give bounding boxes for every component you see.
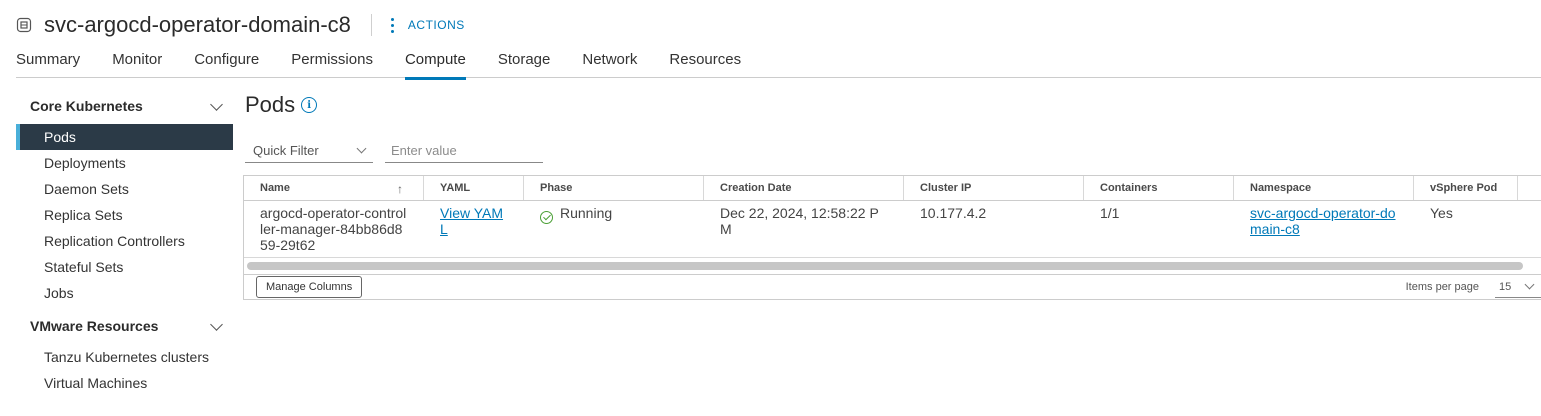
filter-bar: Quick Filter	[245, 138, 1541, 163]
column-header-vsphere-pod[interactable]: vSphere Pod	[1414, 176, 1518, 200]
cell-phase: Running	[524, 201, 704, 257]
pods-title: Pods	[245, 92, 296, 117]
actions-label: ACTIONS	[407, 18, 465, 32]
tab-bar: Summary Monitor Configure Permissions Co…	[16, 44, 1541, 80]
chevron-down-icon	[210, 97, 223, 111]
pods-heading: Pods i	[245, 92, 1541, 118]
grid-header: Name ↑ YAML Phase Creation Date Cluster …	[244, 176, 1541, 201]
pagination: Items per page 15	[1406, 277, 1541, 298]
sidebar-item-tanzu-clusters[interactable]: Tanzu Kubernetes clusters	[16, 344, 233, 370]
column-header-namespace[interactable]: Namespace	[1234, 176, 1414, 200]
column-header-cluster-ip[interactable]: Cluster IP	[904, 176, 1084, 200]
sort-ascending-icon[interactable]: ↑	[397, 182, 403, 196]
cell-cluster-ip: 10.177.4.2	[920, 205, 987, 221]
info-icon[interactable]: i	[301, 97, 318, 113]
sidebar-item-jobs[interactable]: Jobs	[16, 280, 233, 306]
pods-datagrid: Name ↑ YAML Phase Creation Date Cluster …	[243, 175, 1541, 300]
tab-resources[interactable]: Resources	[669, 44, 741, 77]
chevron-down-icon	[1524, 279, 1535, 290]
view-yaml-link[interactable]: View YAML	[440, 205, 503, 237]
chevron-down-icon	[356, 143, 367, 153]
sidebar-item-replication-controllers[interactable]: Replication Controllers	[16, 228, 233, 254]
cell-name: argocd-operator-controller-manager-84bb8…	[260, 205, 407, 253]
namespace-link[interactable]: svc-argocd-operator-domain-c8	[1250, 205, 1396, 237]
items-per-page-select[interactable]: 15	[1495, 277, 1541, 298]
sidebar-item-deployments[interactable]: Deployments	[16, 150, 233, 176]
sidebar-item-virtual-machines[interactable]: Virtual Machines	[16, 370, 233, 396]
column-header-creation-date[interactable]: Creation Date	[704, 176, 904, 200]
sidebar-section-core-kubernetes[interactable]: Core Kubernetes	[16, 92, 233, 120]
items-per-page-value: 15	[1499, 280, 1512, 293]
cell-containers: 1/1	[1100, 205, 1120, 221]
tab-summary[interactable]: Summary	[16, 44, 80, 77]
scrollbar-thumb[interactable]	[247, 262, 1523, 270]
quick-filter-select[interactable]: Quick Filter	[245, 138, 373, 163]
tab-configure[interactable]: Configure	[194, 44, 259, 77]
cell-vsphere-pod: Yes	[1430, 205, 1453, 221]
tab-monitor[interactable]: Monitor	[112, 44, 162, 77]
items-per-page-label: Items per page	[1405, 281, 1479, 293]
success-check-icon	[540, 211, 553, 224]
kebab-icon	[386, 16, 400, 34]
cell-creation-date: Dec 22, 2024, 12:58:22 PM	[720, 205, 879, 237]
column-header-name[interactable]: Name ↑	[244, 176, 424, 200]
sidebar-item-pods[interactable]: Pods	[16, 124, 233, 150]
section-label: VMware Resources	[30, 318, 159, 334]
tab-compute[interactable]: Compute	[404, 44, 466, 80]
horizontal-scrollbar[interactable]	[244, 257, 1541, 275]
actions-menu-button[interactable]: ACTIONS	[386, 16, 465, 34]
page-title: svc-argocd-operator-domain-c8	[44, 12, 351, 37]
cell-yaml: View YAML	[424, 201, 524, 257]
quick-filter-label: Quick Filter	[253, 142, 319, 158]
tab-network[interactable]: Network	[582, 44, 637, 77]
section-label: Core Kubernetes	[30, 98, 143, 114]
header-divider	[370, 14, 372, 36]
sidebar-section-vmware-resources[interactable]: VMware Resources	[16, 312, 233, 340]
manage-columns-button[interactable]: Manage Columns	[256, 276, 363, 298]
column-header-phase[interactable]: Phase	[524, 176, 704, 200]
main-content: Pods i Quick Filter Name ↑ YAML Phase Cr…	[243, 92, 1541, 300]
phase-text: Running	[560, 205, 613, 221]
sidebar-item-daemon-sets[interactable]: Daemon Sets	[16, 176, 233, 202]
column-header-containers[interactable]: Containers	[1084, 176, 1234, 200]
page-header: svc-argocd-operator-domain-c8 ACTIONS	[16, 10, 465, 40]
namespace-icon	[16, 17, 32, 33]
tab-permissions[interactable]: Permissions	[291, 44, 373, 77]
chevron-down-icon	[210, 317, 223, 331]
table-row[interactable]: argocd-operator-controller-manager-84bb8…	[244, 201, 1541, 257]
grid-footer: Manage Columns Items per page 15	[244, 275, 1541, 299]
sidebar-item-stateful-sets[interactable]: Stateful Sets	[16, 254, 233, 280]
sidebar-item-replica-sets[interactable]: Replica Sets	[16, 202, 233, 228]
filter-value-input[interactable]	[385, 138, 543, 163]
sidebar-nav: Core Kubernetes Pods Deployments Daemon …	[16, 92, 233, 396]
cell-namespace: svc-argocd-operator-domain-c8	[1234, 201, 1414, 257]
column-header-yaml[interactable]: YAML	[424, 176, 524, 200]
tab-storage[interactable]: Storage	[498, 44, 551, 77]
